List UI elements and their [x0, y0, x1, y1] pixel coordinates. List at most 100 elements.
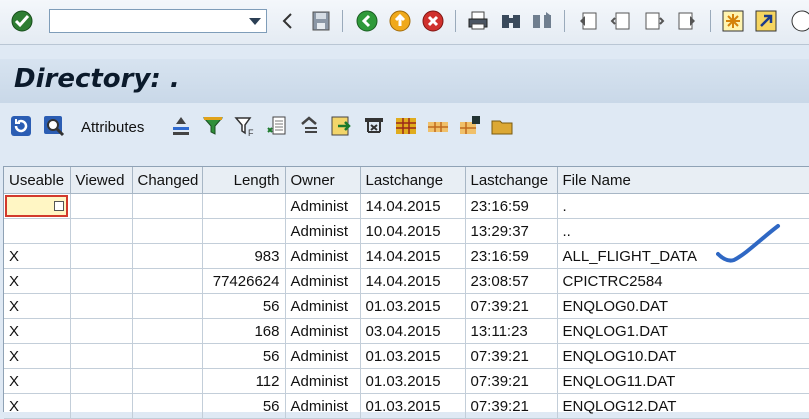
back-arrow-icon[interactable] [276, 9, 300, 33]
new-session-icon[interactable] [721, 9, 745, 33]
length-cell [202, 193, 286, 219]
column-header-changed[interactable]: Changed [132, 167, 203, 194]
column-header-length[interactable]: Length [202, 167, 286, 194]
column-header-useable[interactable]: Useable [4, 167, 71, 194]
subtotal-icon[interactable] [297, 114, 321, 138]
file-name-cell[interactable]: ENQLOG0.DAT [557, 293, 809, 319]
previous-page-icon[interactable] [609, 9, 633, 33]
exit-icon[interactable] [388, 9, 412, 33]
find-icon[interactable] [499, 9, 523, 33]
useable-cell[interactable] [4, 193, 71, 219]
viewed-cell [70, 268, 133, 294]
owner-cell: Administ [285, 193, 361, 219]
date-cell: 14.04.2015 [360, 268, 466, 294]
changed-cell [132, 293, 203, 319]
save-icon[interactable] [309, 9, 333, 33]
last-page-icon[interactable] [675, 9, 699, 33]
find-next-icon[interactable] [530, 9, 554, 33]
table-row[interactable]: X 56 Administ 01.03.2015 07:39:21 ENQLOG… [4, 393, 809, 419]
enter-check-icon[interactable] [10, 9, 34, 33]
useable-cell: X [4, 318, 71, 344]
viewed-cell [70, 393, 133, 419]
layout-save-icon[interactable] [458, 114, 482, 138]
file-name-cell[interactable]: ENQLOG10.DAT [557, 343, 809, 369]
checkmark-annotation-icon [716, 224, 780, 263]
file-name-cell[interactable]: ENQLOG12.DAT [557, 393, 809, 419]
viewed-cell [70, 243, 133, 269]
folder-icon[interactable] [490, 114, 514, 138]
time-cell: 07:39:21 [465, 368, 558, 394]
column-header-owner[interactable]: Owner [285, 167, 361, 194]
table-row[interactable]: X 168 Administ 03.04.2015 13:11:23 ENQLO… [4, 318, 809, 344]
svg-text:F: F [248, 128, 254, 138]
table-row[interactable]: Administ 14.04.2015 23:16:59 . [4, 193, 809, 219]
date-cell: 01.03.2015 [360, 343, 466, 369]
column-header-file-name[interactable]: File Name [557, 167, 809, 194]
next-page-icon[interactable] [642, 9, 666, 33]
time-cell: 07:39:21 [465, 293, 558, 319]
table-row[interactable]: X 112 Administ 01.03.2015 07:39:21 ENQLO… [4, 368, 809, 394]
command-dropdown-icon[interactable] [249, 18, 261, 25]
time-cell: 07:39:21 [465, 393, 558, 419]
file-name-cell[interactable]: CPICTRC2584 [557, 268, 809, 294]
owner-cell: Administ [285, 368, 361, 394]
changed-cell [132, 393, 203, 419]
column-selection-icon[interactable] [362, 114, 386, 138]
length-cell: 168 [202, 318, 286, 344]
table-row[interactable]: X 56 Administ 01.03.2015 07:39:21 ENQLOG… [4, 293, 809, 319]
owner-cell: Administ [285, 243, 361, 269]
owner-cell: Administ [285, 218, 361, 244]
filter-icon[interactable] [201, 114, 225, 138]
file-name-cell[interactable]: ENQLOG11.DAT [557, 368, 809, 394]
time-cell: 23:16:59 [465, 243, 558, 269]
date-cell: 10.04.2015 [360, 218, 466, 244]
system-toolbar [0, 0, 809, 45]
viewed-cell [70, 293, 133, 319]
column-header-lastchange-date[interactable]: Lastchange [360, 167, 466, 194]
selected-input-cell[interactable] [5, 195, 68, 217]
column-header-lastchange-time[interactable]: Lastchange [465, 167, 558, 194]
export-icon[interactable] [265, 114, 289, 138]
length-cell: 56 [202, 293, 286, 319]
transfer-icon[interactable] [329, 114, 353, 138]
details-icon[interactable] [42, 114, 66, 138]
table-header: Useable Viewed Changed Length Owner Last… [4, 167, 809, 194]
table-row[interactable]: X 56 Administ 01.03.2015 07:39:21 ENQLOG… [4, 343, 809, 369]
useable-cell: X [4, 368, 71, 394]
length-cell: 56 [202, 343, 286, 369]
useable-cell: X [4, 293, 71, 319]
useable-cell [4, 218, 71, 244]
command-input[interactable] [52, 12, 242, 32]
file-name-cell[interactable]: ENQLOG1.DAT [557, 318, 809, 344]
time-cell: 13:29:37 [465, 218, 558, 244]
table-row[interactable]: X 983 Administ 14.04.2015 23:16:59 ALL_F… [4, 243, 809, 269]
filter-options-icon[interactable]: F [233, 114, 257, 138]
date-cell: 14.04.2015 [360, 243, 466, 269]
create-shortcut-icon[interactable] [754, 9, 778, 33]
command-field[interactable] [49, 9, 267, 33]
table-row[interactable]: Administ 10.04.2015 13:29:37 .. [4, 218, 809, 244]
length-cell: 112 [202, 368, 286, 394]
length-cell: 77426624 [202, 268, 286, 294]
file-name-cell[interactable]: . [557, 193, 809, 219]
useable-cell: X [4, 243, 71, 269]
title-bar: Directory: . [0, 59, 809, 103]
first-page-icon[interactable] [576, 9, 600, 33]
attributes-button[interactable]: Attributes [81, 119, 144, 136]
page-title: Directory: . [14, 64, 180, 94]
directory-table: Useable Viewed Changed Length Owner Last… [3, 166, 809, 419]
cancel-icon[interactable] [421, 9, 445, 33]
layout-choose-icon[interactable] [426, 114, 450, 138]
help-icon[interactable] [790, 9, 809, 33]
back-icon[interactable] [355, 9, 379, 33]
table-row[interactable]: X 77426624 Administ 14.04.2015 23:08:57 … [4, 268, 809, 294]
application-toolbar: Attributes F [0, 110, 809, 146]
refresh-icon[interactable] [9, 114, 33, 138]
print-icon[interactable] [466, 9, 490, 33]
layout-icon[interactable] [394, 114, 418, 138]
sort-ascending-icon[interactable] [169, 114, 193, 138]
column-header-viewed[interactable]: Viewed [70, 167, 133, 194]
viewed-cell [70, 193, 133, 219]
date-cell: 01.03.2015 [360, 293, 466, 319]
value-help-icon[interactable] [54, 201, 64, 211]
